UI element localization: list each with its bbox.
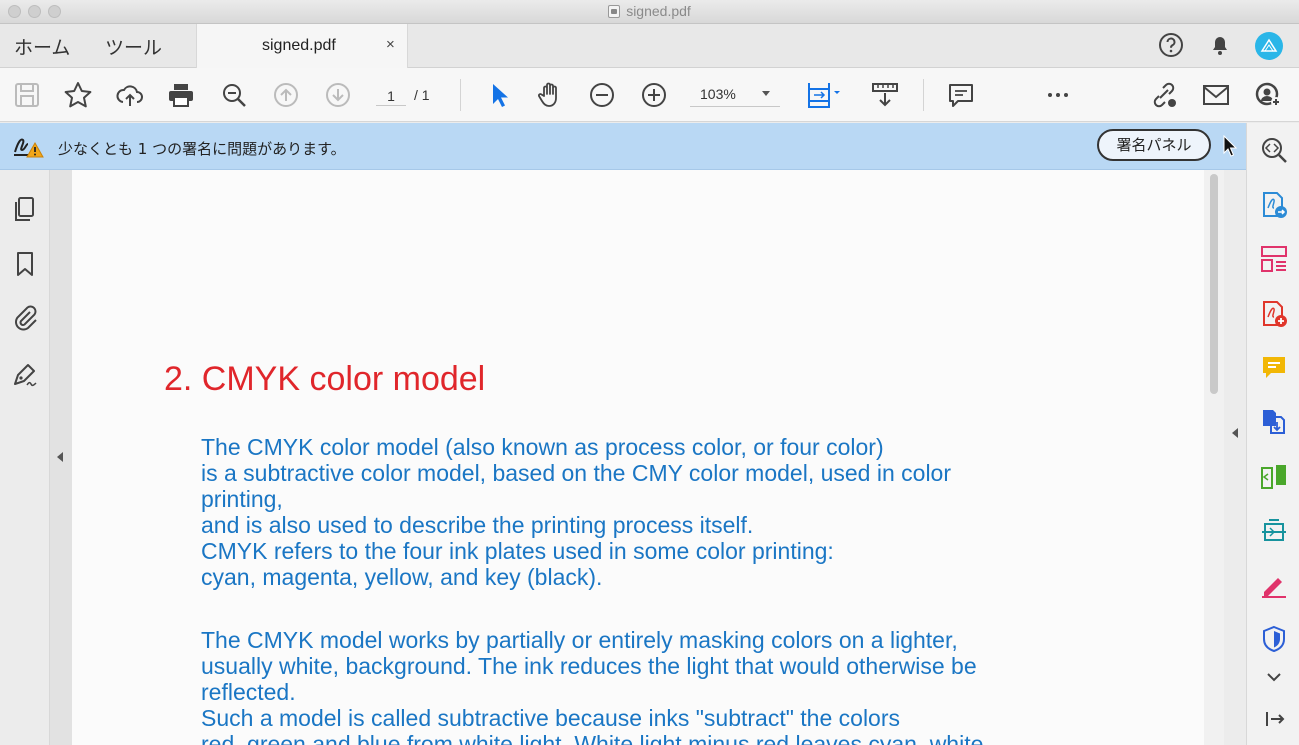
chevron-down-icon[interactable] <box>1259 662 1289 692</box>
cloud-upload-button[interactable] <box>115 81 145 109</box>
chevron-down-icon <box>762 91 770 96</box>
text-line: cyan, magenta, yellow, and key (black). <box>201 564 603 590</box>
right-tools-rail <box>1246 123 1299 745</box>
scrollbar-thumb[interactable] <box>1210 174 1218 394</box>
bookmark-star-button[interactable] <box>63 81 93 109</box>
left-panel-toggle[interactable] <box>50 170 72 745</box>
next-page-button[interactable] <box>323 81 353 109</box>
text-line: usually white, background. The ink reduc… <box>201 653 977 679</box>
vertical-scrollbar[interactable] <box>1204 170 1224 745</box>
protect-shield-icon[interactable] <box>1259 624 1289 654</box>
comment-button[interactable] <box>946 81 976 109</box>
zoom-search-button[interactable] <box>219 81 249 109</box>
tab-home[interactable]: ホーム <box>14 33 70 60</box>
share-link-button[interactable] <box>1149 81 1179 109</box>
avatar[interactable] <box>1254 31 1284 65</box>
tab-document-label: signed.pdf <box>262 37 336 54</box>
right-panel-toggle[interactable] <box>1224 170 1246 745</box>
save-button[interactable] <box>12 81 42 109</box>
toolbar-divider <box>923 79 924 111</box>
zoom-level-select[interactable]: 103% <box>690 83 780 107</box>
signature-warning-banner: 少なくとも 1 つの署名に問題があります。 署名パネル <box>0 123 1246 170</box>
export-pdf-icon[interactable] <box>1259 190 1289 220</box>
fill-sign-icon[interactable] <box>1259 570 1289 600</box>
prev-page-button[interactable] <box>271 81 301 109</box>
page-number-input[interactable] <box>376 86 406 106</box>
main-toolbar: / 1 103% <box>0 68 1299 122</box>
combine-files-icon[interactable] <box>1259 407 1289 437</box>
signature-pen-icon[interactable] <box>10 360 40 390</box>
window-title: signed.pdf <box>0 3 1299 19</box>
zoom-out-button[interactable] <box>587 81 617 109</box>
text-line: and is also used to describe the printin… <box>201 512 754 538</box>
page-total: / 1 <box>414 87 430 103</box>
toolbar-divider <box>460 79 461 111</box>
zoom-in-button[interactable] <box>639 81 669 109</box>
text-line: CMYK refers to the four ink plates used … <box>201 538 834 564</box>
title-bar: signed.pdf <box>0 0 1299 24</box>
email-button[interactable] <box>1201 81 1231 109</box>
page-fit-button[interactable] <box>806 81 846 109</box>
document-viewport: 2. CMYK color model The CMYK color model… <box>72 170 1204 745</box>
create-pdf-icon[interactable] <box>1259 299 1289 329</box>
paragraph-1: The CMYK color model (also known as proc… <box>201 434 1201 590</box>
page-thumbnails-icon[interactable] <box>10 194 40 224</box>
pdf-file-icon <box>608 5 621 18</box>
close-tab-icon[interactable]: × <box>386 36 395 53</box>
select-tool-button[interactable] <box>484 81 514 109</box>
tab-document[interactable]: signed.pdf × <box>196 24 408 69</box>
text-line: red, green and blue from white light. Wh… <box>201 731 984 745</box>
left-navigation-rail <box>0 170 50 745</box>
help-icon[interactable] <box>1158 32 1184 62</box>
scroll-mode-button[interactable] <box>870 81 900 109</box>
print-button[interactable] <box>166 81 196 109</box>
page-heading: 2. CMYK color model <box>164 360 486 398</box>
add-user-button[interactable] <box>1253 81 1283 109</box>
text-line: reflected. <box>201 679 296 705</box>
paragraph-2: The CMYK model works by partially or ent… <box>201 627 1201 745</box>
text-line: is a subtractive color model, based on t… <box>201 460 952 486</box>
zoom-tool-icon[interactable] <box>1259 135 1289 165</box>
mouse-pointer-icon <box>1223 134 1238 157</box>
scan-ocr-icon[interactable] <box>1259 516 1289 546</box>
signature-warning-icon <box>12 134 44 160</box>
hand-tool-button[interactable] <box>535 81 565 109</box>
zoom-level-value: 103% <box>700 86 736 102</box>
text-line: printing, <box>201 486 283 512</box>
tab-tools[interactable]: ツール <box>105 33 162 60</box>
bell-icon[interactable] <box>1207 32 1233 62</box>
banner-message: 少なくとも 1 つの署名に問題があります。 <box>58 140 346 158</box>
organize-pages-icon[interactable] <box>1259 244 1289 274</box>
comment-tool-icon[interactable] <box>1259 353 1289 383</box>
window-title-text: signed.pdf <box>626 3 691 19</box>
text-line: The CMYK model works by partially or ent… <box>201 627 958 653</box>
more-options-icon[interactable] <box>1043 81 1073 109</box>
tab-bar: ホーム ツール signed.pdf × <box>0 24 1299 69</box>
text-line: Such a model is called subtractive becau… <box>201 705 901 731</box>
text-line: The CMYK color model (also known as proc… <box>201 434 884 460</box>
collapse-panel-icon[interactable] <box>1259 704 1289 734</box>
compare-files-icon[interactable] <box>1259 462 1289 492</box>
attachment-icon[interactable] <box>10 303 40 333</box>
acrobat-window: signed.pdf ホーム ツール signed.pdf × 1 / 1 10… <box>0 0 1299 745</box>
bookmark-icon[interactable] <box>10 249 40 279</box>
signature-panel-button[interactable]: 署名パネル <box>1097 129 1211 161</box>
